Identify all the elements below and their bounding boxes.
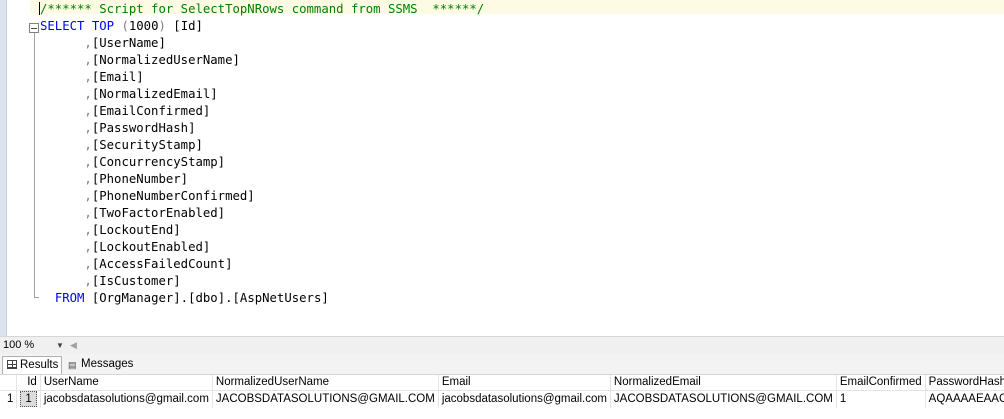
column-header[interactable]: PasswordHash bbox=[925, 375, 1004, 391]
column-comma: , bbox=[84, 274, 92, 288]
code-line-column: ,[NormalizedUserName] bbox=[40, 52, 240, 69]
column-name: [TwoFactorEnabled] bbox=[91, 206, 226, 220]
code-line-comment: /****** Script for SelectTopNRows comman… bbox=[40, 1, 484, 18]
table-cell[interactable]: jacobsdatasolutions@gmail.com bbox=[40, 390, 213, 408]
column-name: [IsCustomer] bbox=[91, 274, 181, 288]
column-header[interactable]: Email bbox=[438, 375, 611, 391]
code-line-column: ,[EmailConfirmed] bbox=[40, 103, 210, 120]
code-line-column: ,[IsCustomer] bbox=[40, 273, 181, 290]
column-comma: , bbox=[84, 53, 92, 67]
code-line-from: FROM [OrgManager].[dbo].[AspNetUsers] bbox=[40, 290, 329, 307]
column-comma: , bbox=[84, 138, 92, 152]
paren-open: ( bbox=[121, 19, 129, 33]
column-name: [LockoutEnabled] bbox=[91, 240, 211, 254]
results-tabs: Results ▤ Messages bbox=[0, 354, 1004, 375]
selected-cell-value: 1 bbox=[20, 391, 37, 407]
table-cell[interactable]: jacobsdatasolutions@gmail.com bbox=[438, 390, 611, 408]
table-cell[interactable]: AQAAAAEAACcQA bbox=[925, 390, 1004, 408]
top-value: 1000 bbox=[128, 19, 159, 33]
code-line-column: ,[UserName] bbox=[40, 35, 166, 52]
tab-messages-label: Messages bbox=[81, 358, 134, 370]
collapse-outline-icon[interactable] bbox=[29, 23, 39, 33]
row-header-corner[interactable] bbox=[0, 375, 18, 391]
query-editor[interactable]: /****** Script for SelectTopNRows comman… bbox=[0, 0, 1004, 336]
code-line-column: ,[LockoutEnd] bbox=[40, 222, 181, 239]
code-line-column: ,[LockoutEnabled] bbox=[40, 239, 210, 256]
header-row: Id UserName NormalizedUserName Email Nor… bbox=[0, 375, 1004, 391]
outline-guide bbox=[34, 33, 35, 298]
code-line-column: ,[TwoFactorEnabled] bbox=[40, 205, 225, 222]
table-row[interactable]: 1 1 jacobsdatasolutions@gmail.com JACOBS… bbox=[0, 390, 1004, 408]
table-cell[interactable]: 1 bbox=[836, 390, 926, 408]
column-comma: , bbox=[84, 155, 92, 169]
column-comma: , bbox=[84, 172, 92, 186]
column-name: [NormalizedEmail] bbox=[91, 87, 218, 101]
column-header[interactable]: Id bbox=[16, 375, 41, 391]
code-line-column: ,[PhoneNumber] bbox=[40, 171, 188, 188]
column-comma: , bbox=[84, 257, 92, 271]
editor-status-bar: 100 % ▼ ◀ bbox=[0, 336, 1004, 354]
column-name: [AccessFailedCount] bbox=[91, 257, 233, 271]
select-keyword: SELECT bbox=[40, 19, 85, 33]
code-line-column: ,[PhoneNumberConfirmed] bbox=[40, 188, 255, 205]
paren-close: ) bbox=[158, 19, 166, 33]
code-line-column: ,[PasswordHash] bbox=[40, 120, 195, 137]
messages-icon: ▤ bbox=[68, 360, 77, 370]
code-line-column: ,[Email] bbox=[40, 69, 144, 86]
grid-icon bbox=[7, 360, 17, 369]
table-cell[interactable]: JACOBSDATASOLUTIONS@GMAIL.COM bbox=[610, 390, 837, 408]
column-name: [LockoutEnd] bbox=[91, 223, 181, 237]
column-name: [NormalizedUserName] bbox=[91, 53, 240, 67]
from-keyword: FROM bbox=[54, 291, 85, 305]
tab-results[interactable]: Results bbox=[2, 356, 63, 374]
sql-comment: /****** Script for SelectTopNRows comman… bbox=[40, 2, 485, 16]
column-comma: , bbox=[84, 87, 92, 101]
first-column: [Id] bbox=[173, 19, 203, 33]
column-header[interactable]: EmailConfirmed bbox=[836, 375, 926, 391]
column-name: [PhoneNumber] bbox=[91, 172, 189, 186]
scroll-left-icon[interactable]: ◀ bbox=[70, 338, 77, 353]
top-keyword: TOP bbox=[91, 19, 115, 33]
tab-messages[interactable]: ▤ Messages bbox=[64, 356, 136, 373]
table-cell[interactable]: 1 bbox=[16, 390, 41, 408]
table-cell[interactable]: JACOBSDATASOLUTIONS@GMAIL.COM bbox=[212, 390, 439, 408]
column-header[interactable]: NormalizedUserName bbox=[212, 375, 439, 391]
code-line-column: ,[ConcurrencyStamp] bbox=[40, 154, 225, 171]
column-comma: , bbox=[84, 70, 92, 84]
column-name: [PhoneNumberConfirmed] bbox=[91, 189, 255, 203]
zoom-dropdown-icon[interactable]: ▼ bbox=[56, 338, 64, 353]
column-name: [PasswordHash] bbox=[91, 121, 196, 135]
column-header[interactable]: UserName bbox=[40, 375, 213, 391]
column-name: [Email] bbox=[91, 70, 144, 84]
results-table: Id UserName NormalizedUserName Email Nor… bbox=[0, 375, 1004, 408]
column-header[interactable]: NormalizedEmail bbox=[610, 375, 837, 391]
tab-results-label: Results bbox=[20, 359, 59, 371]
from-table: [OrgManager].[dbo].[AspNetUsers] bbox=[91, 291, 329, 305]
column-comma: , bbox=[84, 206, 92, 220]
code-line-column: ,[AccessFailedCount] bbox=[40, 256, 233, 273]
column-comma: , bbox=[84, 240, 92, 254]
code-line-column: ,[NormalizedEmail] bbox=[40, 86, 218, 103]
column-name: [EmailConfirmed] bbox=[91, 104, 211, 118]
column-name: [UserName] bbox=[91, 36, 166, 50]
column-comma: , bbox=[84, 223, 92, 237]
column-comma: , bbox=[84, 189, 92, 203]
editor-gutter bbox=[0, 0, 7, 336]
code-line-select: SELECT TOP (1000) [Id] bbox=[40, 18, 203, 35]
column-comma: , bbox=[84, 104, 92, 118]
column-comma: , bbox=[84, 121, 92, 135]
row-number[interactable]: 1 bbox=[0, 390, 18, 408]
outline-guide-end bbox=[34, 297, 39, 298]
code-line-column: ,[SecurityStamp] bbox=[40, 137, 203, 154]
results-grid[interactable]: Id UserName NormalizedUserName Email Nor… bbox=[0, 375, 1004, 419]
zoom-level[interactable]: 100 % bbox=[3, 338, 59, 353]
column-comma: , bbox=[84, 36, 92, 50]
column-name: [SecurityStamp] bbox=[91, 138, 203, 152]
column-name: [ConcurrencyStamp] bbox=[91, 155, 226, 169]
